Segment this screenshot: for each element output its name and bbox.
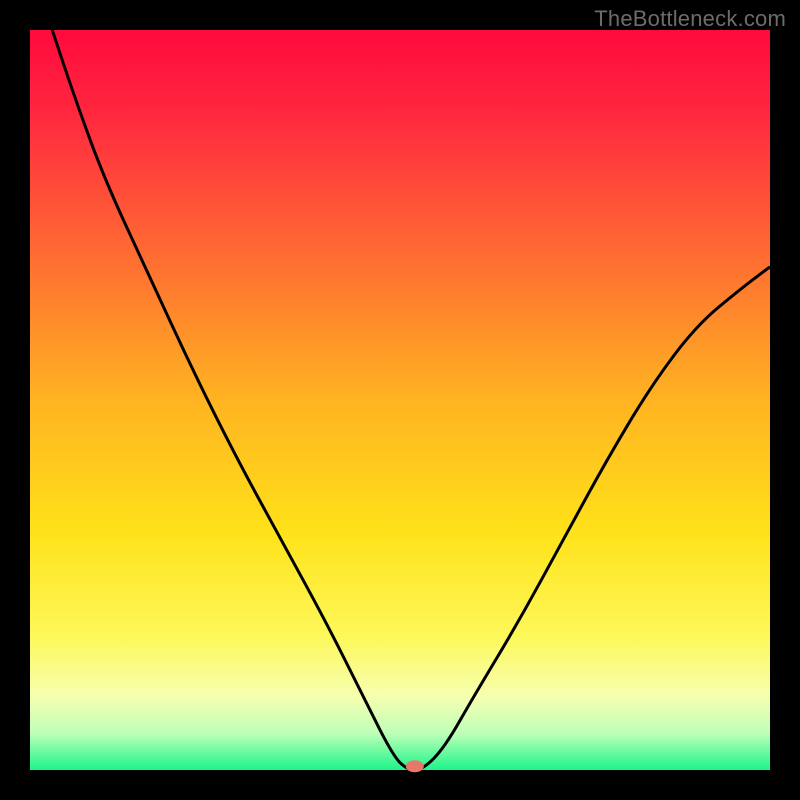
plot-background bbox=[30, 30, 770, 770]
chart-frame: { "watermark": "TheBottleneck.com", "cha… bbox=[0, 0, 800, 800]
bottleneck-chart bbox=[0, 0, 800, 800]
watermark-text: TheBottleneck.com bbox=[594, 6, 786, 32]
min-point-marker bbox=[406, 760, 424, 772]
